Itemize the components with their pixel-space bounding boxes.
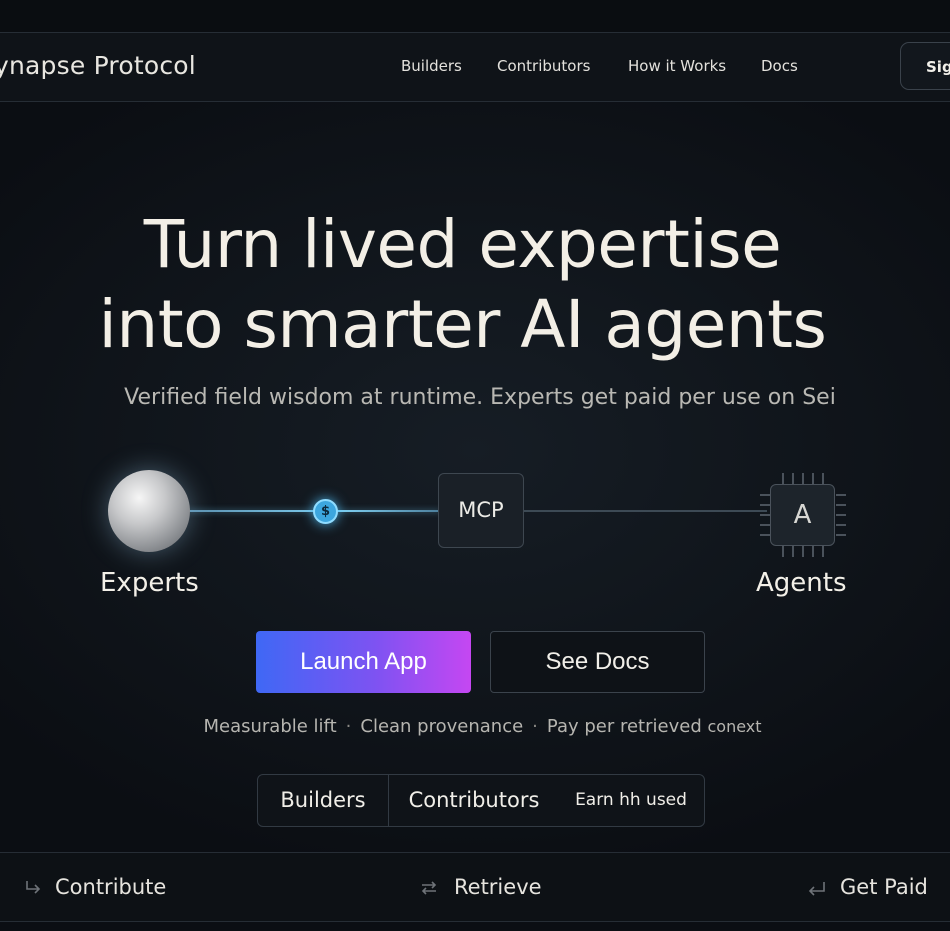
separator-dot: ·	[345, 716, 352, 737]
mcp-node: MCP	[438, 473, 524, 548]
separator-dot: ·	[532, 716, 538, 737]
sign-in-label: Sig	[926, 58, 950, 76]
feature-clean-provenance: Clean provenance	[360, 716, 524, 737]
how-it-works-steps: Contribute Retrieve Get Paid	[0, 852, 950, 922]
segment-earn-used[interactable]: Earn hh used	[558, 775, 704, 826]
flow-line-mcp-to-agents	[522, 510, 767, 512]
browser-top-strip	[0, 0, 950, 32]
experts-orb-icon	[108, 470, 190, 552]
get-paid-return-icon	[808, 882, 825, 896]
feature-highlights: Measurable lift · Clean provenance · Pay per…	[0, 716, 950, 737]
brand-name[interactable]: ynapse Protocol	[0, 51, 196, 80]
see-docs-button[interactable]: See Docs	[490, 631, 705, 693]
contribute-arrow-icon	[26, 881, 41, 894]
landing-page: ynapse Protocol Builders Contributors Ho…	[0, 0, 950, 931]
headline-line-1: Turn lived expertise	[143, 206, 782, 283]
sign-in-button[interactable]: Sig	[900, 42, 950, 90]
agent-chip-icon: A	[760, 473, 846, 557]
nav-link-contributors[interactable]: Contributors	[497, 57, 590, 75]
hero-headline: Turn lived expertise into smarter AI age…	[0, 205, 925, 365]
step-get-paid[interactable]: Get Paid	[840, 875, 928, 899]
segment-builders[interactable]: Builders	[258, 775, 388, 826]
retrieve-arrows-icon	[421, 881, 437, 895]
launch-app-button[interactable]: Launch App	[256, 631, 471, 693]
agent-chip-letter: A	[770, 484, 835, 546]
audience-segmented-control: Builders Contributors Earn hh used	[257, 774, 705, 827]
step-retrieve[interactable]: Retrieve	[454, 875, 542, 899]
agents-label: Agents	[756, 568, 847, 598]
feature-context-word: conext	[707, 717, 762, 736]
step-contribute[interactable]: Contribute	[55, 875, 166, 899]
nav-link-builders[interactable]: Builders	[401, 57, 462, 75]
feature-pay-per-retrieved: Pay per retrieved	[546, 716, 702, 737]
nav-link-how-it-works[interactable]: How it Works	[628, 57, 726, 75]
hero-subheadline: Verified field wisdom at runtime. Expert…	[124, 385, 836, 410]
headline-line-2: into smarter AI agents	[98, 286, 827, 363]
segment-contributors[interactable]: Contributors	[389, 775, 559, 826]
experts-label: Experts	[100, 568, 199, 598]
feature-measurable-lift: Measurable lift	[203, 716, 337, 737]
top-navbar: ynapse Protocol Builders Contributors Ho…	[0, 32, 950, 102]
nav-link-docs[interactable]: Docs	[761, 57, 798, 75]
payment-coin-icon: $	[313, 499, 338, 524]
